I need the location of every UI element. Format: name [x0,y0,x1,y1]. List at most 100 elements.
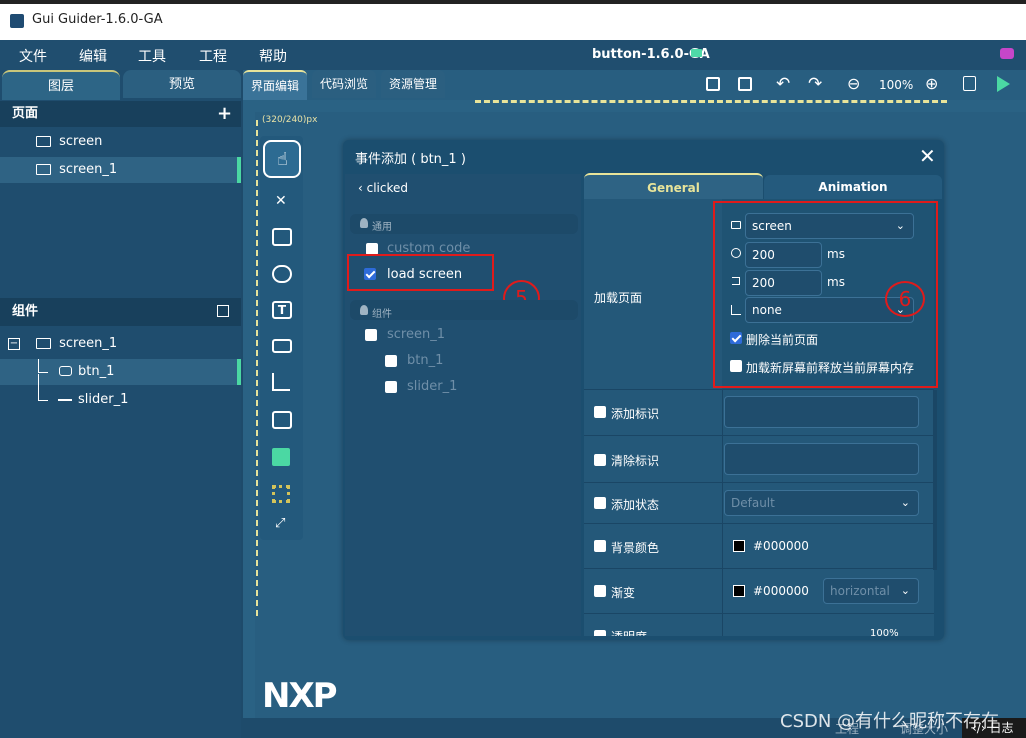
screen-1-checkbox[interactable] [365,329,377,341]
gradient-color-value: #000000 [753,584,809,598]
clear-flag-input[interactable] [724,443,919,475]
chevron-down-icon: ⌄ [900,584,910,597]
dialog-title: 事件添加 ( btn_1 ) [355,152,466,167]
row-divider [584,482,934,483]
send-back-icon[interactable] [738,77,752,91]
opacity-value: 100% [870,628,899,636]
image-widget-icon[interactable] [272,411,292,429]
tree-line [38,374,39,400]
component-item-slider-1[interactable]: slider_1 [0,374,241,413]
undo-icon[interactable]: ↶ [776,74,790,94]
tab-animation[interactable]: Animation [764,175,942,199]
add-flag-label: 添加标识 [611,407,660,421]
page-item-screen[interactable]: screen [0,129,241,155]
bg-color-label: 背景颜色 [611,541,660,555]
selection-indicator [237,359,241,385]
zoom-level[interactable]: 100% [879,78,913,92]
gradient-direction-select[interactable]: horizontal ⌄ [823,578,919,604]
zoom-out-icon[interactable]: ⊖ [847,74,860,93]
components-header: 组件 [0,298,241,326]
code-file-icon[interactable] [963,76,976,91]
collapse-palette-icon[interactable]: ✕ [275,193,287,209]
group-common: 通用 [350,214,578,234]
page-item-screen-1[interactable]: screen_1 [0,157,241,183]
opacity-label: 透明度 [611,628,647,636]
external-link-icon[interactable] [217,305,229,317]
title-bar: Gui Guider-1.6.0-GA [0,0,1026,40]
component-item-screen-1[interactable]: − screen_1 [0,331,241,357]
redo-icon[interactable]: ↷ [808,74,822,94]
tree-line [38,400,48,401]
menu-project[interactable]: 工程 [199,46,227,66]
tab-code-browser[interactable]: 代码浏览 [312,70,377,98]
clear-flag-checkbox[interactable] [594,454,606,466]
component-item-btn-1[interactable]: btn_1 [0,359,241,385]
button-widget-icon[interactable] [272,228,292,246]
tab-preview[interactable]: 预览 [123,70,241,98]
menu-edit[interactable]: 编辑 [79,46,107,66]
page-item-label: screen [59,134,103,149]
run-icon[interactable] [997,76,1010,92]
group-components: 组件 [350,300,578,320]
slider-1-label: slider_1 [407,379,458,394]
opacity-checkbox[interactable] [594,630,606,636]
chart-widget-icon[interactable] [272,373,290,391]
properties-scrollbar[interactable] [933,390,937,570]
row-divider [584,389,934,390]
monitor-icon [36,164,51,175]
pointer-tool[interactable]: ☝ [263,140,301,178]
opacity-row: 透明度 100% [594,622,944,636]
monitor-icon [36,338,51,349]
bg-color-checkbox[interactable] [594,540,606,552]
nxp-logo: NXP [262,676,338,716]
tab-resource-manager[interactable]: 资源管理 [381,70,446,98]
menu-help[interactable]: 帮助 [259,46,287,66]
chevron-left-icon: ‹ [358,181,367,195]
component-label: slider_1 [78,392,129,407]
event-back-link[interactable]: ‹ clicked [358,181,408,195]
menu-file[interactable]: 文件 [19,46,47,66]
gradient-direction-value: horizontal [830,584,890,598]
zoom-in-icon[interactable]: ⊕ [925,74,938,93]
pages-title: 页面 [12,106,39,121]
selection-indicator [237,157,241,183]
bring-front-icon[interactable] [706,77,720,91]
label-widget-icon[interactable]: T [272,301,292,319]
monitor-icon [36,136,51,147]
annotation-6: 6 [885,281,925,317]
clear-flag-label: 清除标识 [611,454,660,468]
gradient-checkbox[interactable] [594,585,606,597]
add-flag-checkbox[interactable] [594,406,606,418]
column-divider [722,389,723,636]
imgbutton-widget-icon[interactable] [272,265,292,283]
add-flag-input[interactable] [724,396,919,428]
tab-general[interactable]: General [584,173,763,201]
tab-layers[interactable]: 图层 [2,70,120,100]
dropdown-widget-icon[interactable] [272,339,292,353]
slider-1-checkbox[interactable] [385,381,397,393]
btn-1-checkbox[interactable] [385,355,397,367]
expand-palette-icon[interactable]: ⤢ [275,516,285,531]
add-state-checkbox[interactable] [594,497,606,509]
animimg-widget-icon[interactable] [272,448,290,466]
add-page-icon[interactable]: + [217,103,232,124]
top-strip [0,0,1026,4]
close-icon[interactable]: ✕ [919,144,936,168]
menu-tools[interactable]: 工具 [138,46,166,66]
components-title: 组件 [12,304,39,319]
component-label: screen_1 [59,336,118,351]
row-divider [584,435,934,436]
screen-1-label: screen_1 [387,327,445,342]
add-state-select[interactable]: Default ⌄ [724,490,919,516]
folder-icon[interactable] [691,49,702,57]
tab-ui-editor[interactable]: 界面编辑 [243,70,308,100]
feedback-icon[interactable] [1000,48,1014,59]
qrcode-widget-icon[interactable] [272,485,290,503]
gradient-color-swatch[interactable] [733,585,745,597]
canvas-resolution: (320/240)px [262,115,318,125]
bg-color-swatch[interactable] [733,540,745,552]
group-label: 组件 [372,309,392,320]
collapse-icon[interactable]: − [8,338,20,350]
add-state-label: 添加状态 [611,498,660,512]
app-icon [10,14,24,28]
